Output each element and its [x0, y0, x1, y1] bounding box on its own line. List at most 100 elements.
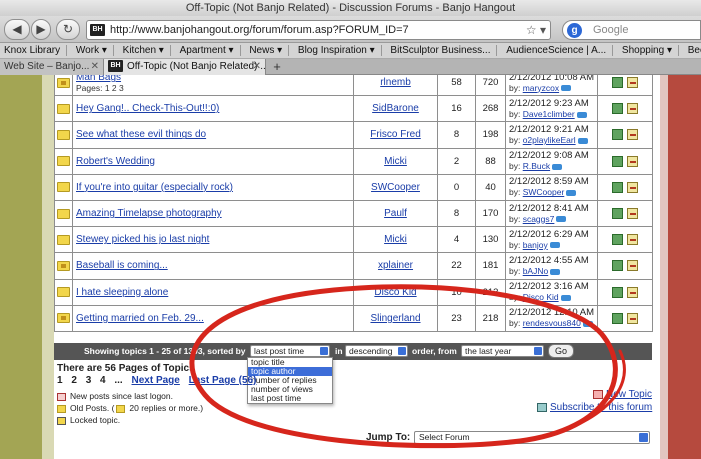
subscribe-topic-icon[interactable]: [612, 260, 623, 272]
report-topic-icon[interactable]: [627, 312, 638, 324]
last-post-author-link[interactable]: o2playlikeEarl: [523, 135, 576, 145]
report-topic-icon[interactable]: [627, 234, 638, 246]
new-topic-link[interactable]: New Topic: [606, 389, 652, 400]
author-link[interactable]: Slingerland: [370, 313, 420, 324]
next-page-link[interactable]: Next Page: [132, 375, 180, 386]
topic-link[interactable]: See what these evil things do: [76, 129, 206, 140]
goto-last-post-icon[interactable]: [566, 190, 577, 197]
report-topic-icon[interactable]: [627, 77, 638, 89]
topic-link[interactable]: Robert's Wedding: [76, 156, 155, 167]
goto-last-post-icon[interactable]: [561, 85, 572, 92]
order-select[interactable]: descending: [345, 345, 408, 357]
address-bar[interactable]: BH http://www.banjohangout.org/forum/for…: [86, 20, 551, 40]
report-topic-icon[interactable]: [627, 260, 638, 272]
goto-last-post-icon[interactable]: [577, 137, 588, 144]
topic-link[interactable]: Amazing Timelapse photography: [76, 208, 222, 219]
bookmark-item[interactable]: Knox Library: [0, 43, 64, 58]
last-post-author-link[interactable]: Disco Kid: [523, 292, 559, 302]
topic-link[interactable]: Getting married on Feb. 29...: [76, 313, 204, 324]
reload-button[interactable]: ↻: [56, 19, 80, 40]
back-button[interactable]: ◀: [4, 19, 30, 40]
last-post-author-link[interactable]: SWCooper: [523, 187, 565, 197]
last-post-author-link[interactable]: bAJNo: [523, 266, 549, 276]
last-post-author-link[interactable]: R.Buck: [523, 161, 550, 171]
tab-website[interactable]: Web Site – Banjo... ✕: [0, 59, 104, 75]
goto-last-post-icon[interactable]: [550, 268, 561, 275]
author-link[interactable]: Micki: [384, 156, 407, 167]
google-icon[interactable]: g: [567, 23, 582, 38]
bookmark-item[interactable]: News ▾: [245, 43, 286, 58]
new-tab-button[interactable]: +: [268, 59, 286, 74]
last-post-author-link[interactable]: banjoy: [523, 240, 548, 250]
bookmark-star-icon[interactable]: ☆: [526, 23, 537, 37]
bookmark-item[interactable]: Apartment ▾: [176, 43, 238, 58]
subscribe-topic-icon[interactable]: [612, 234, 623, 246]
subscribe-topic-icon[interactable]: [612, 181, 623, 193]
close-icon[interactable]: ✕: [253, 59, 261, 74]
author-link[interactable]: SWCooper: [371, 182, 420, 193]
topic-link[interactable]: Baseball is coming...: [76, 260, 168, 271]
bookmark-item[interactable]: Bee 3 Vintage - Spar...: [684, 43, 701, 58]
bookmark-item[interactable]: Shopping ▾: [618, 43, 676, 58]
topic-link[interactable]: Hey Gang!.. Check-This-Out!!:0): [76, 103, 219, 114]
url-text[interactable]: http://www.banjohangout.org/forum/forum.…: [110, 24, 409, 36]
sort-by-select[interactable]: last post time: [250, 345, 330, 357]
subscribe-topic-icon[interactable]: [612, 208, 623, 220]
bookmark-item[interactable]: Work ▾: [72, 43, 111, 58]
author-link[interactable]: Paulf: [384, 208, 407, 219]
bookmark-item[interactable]: BitSculptor Business...: [386, 43, 494, 58]
dropdown-arrow-icon[interactable]: ▾: [540, 23, 546, 37]
author-link[interactable]: rlnemb: [380, 77, 411, 88]
subscribe-topic-icon[interactable]: [612, 77, 623, 89]
subscribe-topic-icon[interactable]: [612, 103, 623, 115]
jump-to-select[interactable]: Select Forum: [414, 431, 650, 444]
goto-last-post-icon[interactable]: [582, 321, 593, 328]
page-link[interactable]: 1: [57, 375, 63, 386]
subscribe-topic-icon[interactable]: [612, 155, 623, 167]
search-box[interactable]: g Google: [562, 20, 701, 40]
go-button[interactable]: Go: [548, 344, 574, 358]
goto-last-post-icon[interactable]: [556, 216, 567, 223]
goto-last-post-icon[interactable]: [560, 294, 571, 301]
topic-pages[interactable]: Pages: 1 2 3: [76, 83, 353, 93]
page-link[interactable]: 3: [86, 375, 92, 386]
last-post-author-link[interactable]: Dave1climber: [523, 109, 575, 119]
author-link[interactable]: xplainer: [378, 260, 413, 271]
page-link[interactable]: 2: [71, 375, 77, 386]
report-topic-icon[interactable]: [627, 181, 638, 193]
author-link[interactable]: SidBarone: [372, 103, 419, 114]
last-page-link[interactable]: Last Page (56): [189, 375, 257, 386]
goto-last-post-icon[interactable]: [549, 242, 560, 249]
last-post-author-link[interactable]: maryzcox: [523, 83, 559, 93]
topic-link[interactable]: I hate sleeping alone: [76, 287, 168, 298]
bookmark-item[interactable]: AudienceScience | A...: [502, 43, 610, 58]
topic-author-cell: Micki: [353, 226, 438, 254]
author-link[interactable]: Disco Kid: [374, 287, 416, 298]
dropdown-option[interactable]: last post time: [248, 394, 332, 403]
bookmark-item[interactable]: Kitchen ▾: [119, 43, 168, 58]
close-icon[interactable]: ✕: [91, 59, 99, 74]
author-link[interactable]: Micki: [384, 234, 407, 245]
topic-link[interactable]: Man Bags: [76, 75, 121, 83]
last-post-author-link[interactable]: rendesvous840: [523, 318, 581, 328]
page-link[interactable]: 4: [100, 375, 106, 386]
goto-last-post-icon[interactable]: [576, 111, 587, 118]
subscribe-topic-icon[interactable]: [612, 129, 623, 141]
report-topic-icon[interactable]: [627, 208, 638, 220]
last-post-author-link[interactable]: scaggs7: [523, 214, 555, 224]
report-topic-icon[interactable]: [627, 103, 638, 115]
forward-button[interactable]: ▶: [31, 19, 51, 40]
report-topic-icon[interactable]: [627, 129, 638, 141]
topic-link[interactable]: Stewey picked his jo last night: [76, 234, 209, 245]
subscribe-link[interactable]: Subscribe to this forum: [550, 402, 652, 413]
bookmark-item[interactable]: Blog Inspiration ▾: [294, 43, 379, 58]
goto-last-post-icon[interactable]: [552, 163, 563, 170]
tab-off-topic[interactable]: BH Off-Topic (Not Banjo Related) ... ✕: [104, 59, 266, 75]
report-topic-icon[interactable]: [627, 155, 638, 167]
range-select[interactable]: the last year: [461, 345, 544, 357]
subscribe-topic-icon[interactable]: [612, 286, 623, 298]
subscribe-topic-icon[interactable]: [612, 312, 623, 324]
topic-link[interactable]: If you're into guitar (especially rock): [76, 182, 233, 193]
author-link[interactable]: Frisco Fred: [370, 129, 421, 140]
report-topic-icon[interactable]: [627, 286, 638, 298]
